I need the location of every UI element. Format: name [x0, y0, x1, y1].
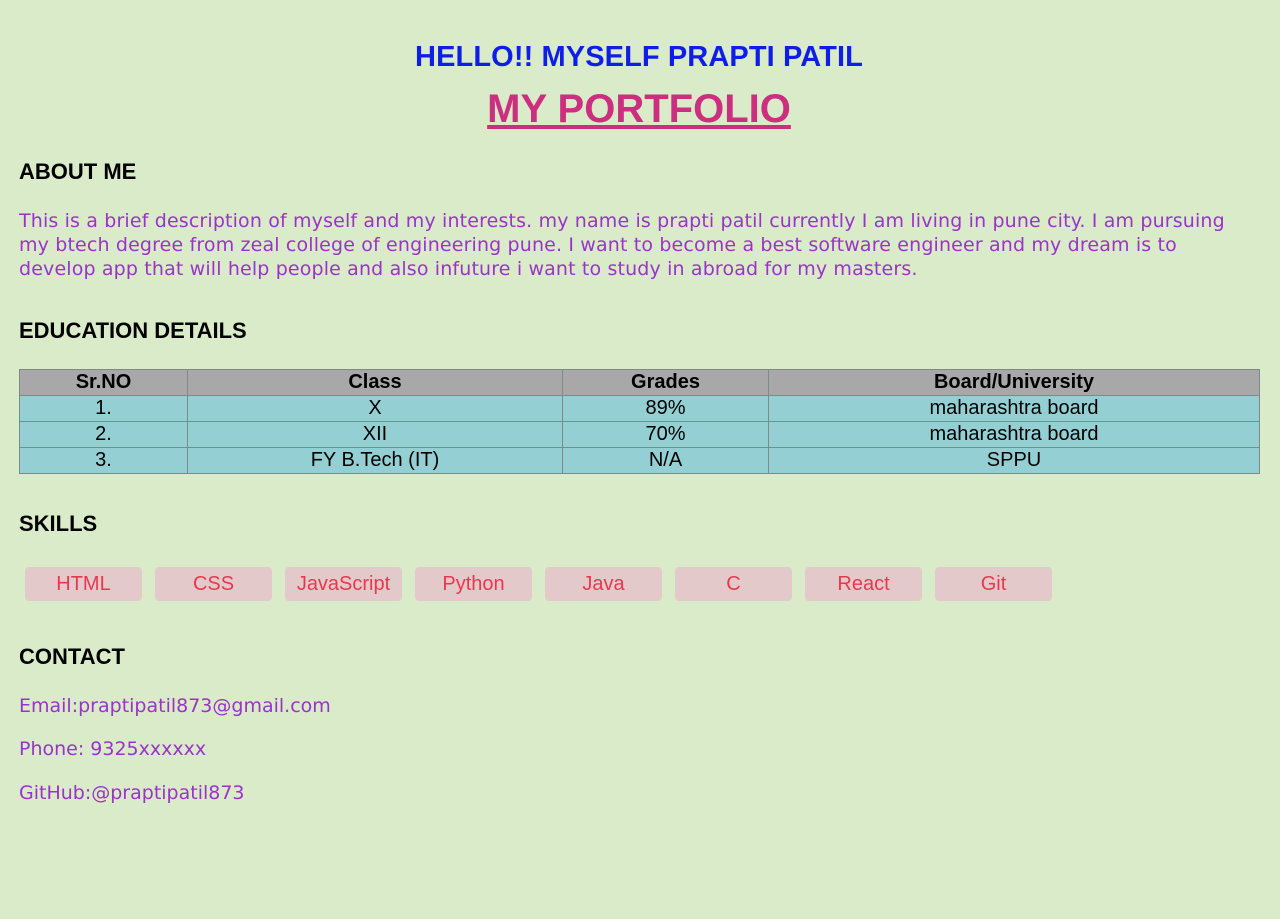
contact-github: GitHub:@praptipatil873 [19, 782, 245, 804]
education-section: EDUCATION DETAILS Sr.NO Class Grades Boa… [19, 281, 1260, 474]
column-header-sr-no: Sr.NO [19, 369, 188, 396]
contact-heading: CONTACT [19, 644, 125, 669]
skills-section: SKILLS HTML CSS JavaScript Python Java C… [19, 474, 1259, 601]
column-header-class: Class [187, 369, 563, 396]
about-heading: ABOUT ME [19, 159, 137, 184]
cell-grades: 89% [562, 395, 769, 422]
cell-class: X [187, 395, 563, 422]
skills-heading: SKILLS [19, 511, 98, 536]
contact-section: CONTACT Email:praptipatil873@gmail.com P… [19, 601, 1259, 805]
cell-board-university: SPPU [768, 447, 1260, 474]
skill-badge-css: CSS [155, 567, 272, 601]
table-row: 2. XII 70% maharashtra board [19, 421, 1260, 448]
portfolio-page: HELLO!! MYSELF PRAPTI PATIL MY PORTFOLIO… [0, 0, 1280, 805]
skill-badge-javascript: JavaScript [285, 567, 402, 601]
cell-grades: 70% [562, 421, 769, 448]
greeting-heading: HELLO!! MYSELF PRAPTI PATIL [415, 41, 863, 73]
about-description: This is a brief description of myself an… [19, 210, 1225, 280]
education-table-wrapper: Sr.NO Class Grades Board/University 1. X… [19, 344, 1260, 474]
cell-grades: N/A [562, 447, 769, 474]
portfolio-title: MY PORTFOLIO [487, 87, 791, 131]
cell-sr-no: 1. [19, 395, 188, 422]
cell-board-university: maharashtra board [768, 421, 1260, 448]
education-heading: EDUCATION DETAILS [19, 318, 247, 343]
column-header-grades: Grades [562, 369, 769, 396]
column-header-board-university: Board/University [768, 369, 1260, 396]
about-section: ABOUT ME This is a brief description of … [19, 131, 1259, 281]
skills-list: HTML CSS JavaScript Python Java C React … [19, 537, 1259, 601]
table-row: 3. FY B.Tech (IT) N/A SPPU [19, 447, 1260, 474]
skill-badge-c: C [675, 567, 792, 601]
skill-badge-react: React [805, 567, 922, 601]
skill-badge-html: HTML [25, 567, 142, 601]
contact-phone: Phone: 9325xxxxxx [19, 738, 207, 760]
skill-badge-java: Java [545, 567, 662, 601]
table-header-row: Sr.NO Class Grades Board/University [19, 369, 1260, 396]
cell-class: XII [187, 421, 563, 448]
skill-badge-git: Git [935, 567, 1052, 601]
contact-email: Email:praptipatil873@gmail.com [19, 695, 331, 717]
cell-class: FY B.Tech (IT) [187, 447, 563, 474]
cell-board-university: maharashtra board [768, 395, 1260, 422]
cell-sr-no: 2. [19, 421, 188, 448]
table-row: 1. X 89% maharashtra board [19, 395, 1260, 422]
education-table: Sr.NO Class Grades Board/University 1. X… [19, 369, 1260, 474]
cell-sr-no: 3. [19, 447, 188, 474]
skill-badge-python: Python [415, 567, 532, 601]
